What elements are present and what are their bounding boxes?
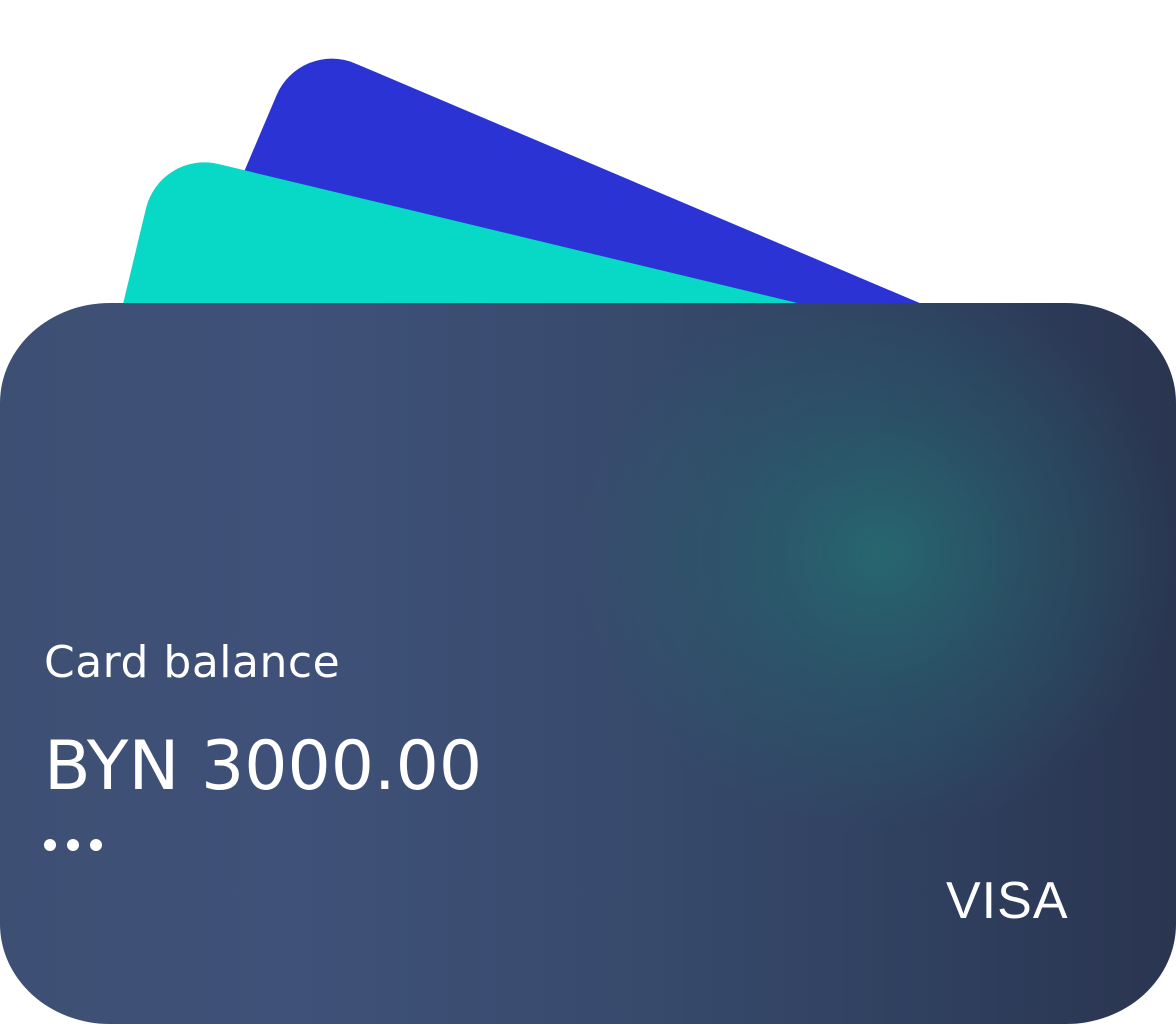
balance-amount: BYN 3000.00	[44, 727, 483, 806]
dot	[67, 839, 79, 851]
balance-label: Card balance	[44, 637, 341, 688]
card-brand-logo: VISA	[946, 872, 1069, 930]
dot	[90, 839, 102, 851]
more-dots-icon[interactable]	[40, 833, 112, 857]
wallet-cards-stage: Card balance BYN 3000.00 VISA	[0, 0, 1176, 1024]
dot	[44, 839, 56, 851]
main-card[interactable]: Card balance BYN 3000.00 VISA	[0, 303, 1176, 1024]
